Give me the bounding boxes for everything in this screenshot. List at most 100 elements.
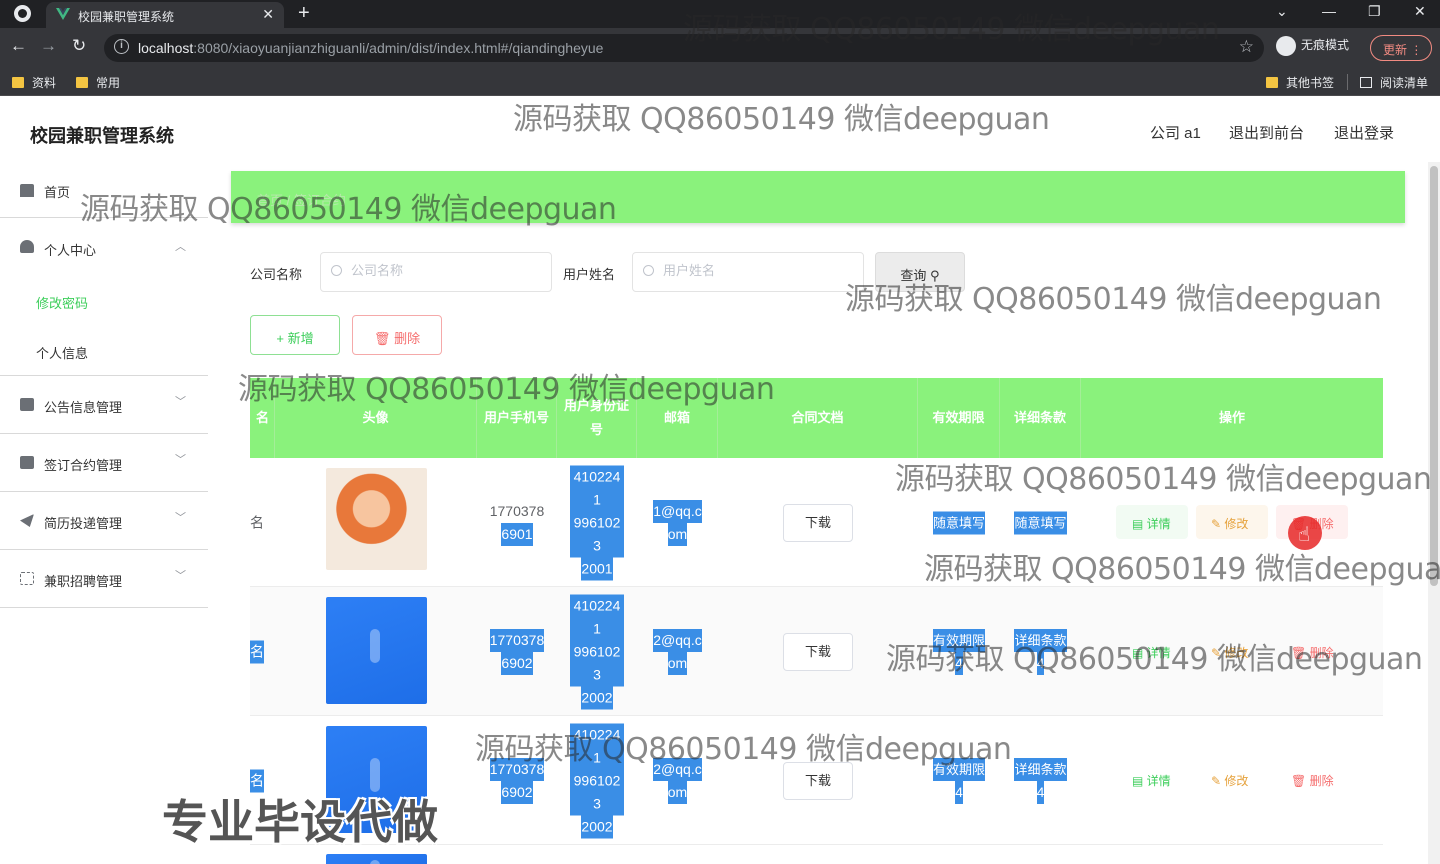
sidebar-item-contract[interactable]: 签订合约管理 ﹀ (0, 435, 208, 492)
app-title: 校园兼职管理系统 (30, 126, 174, 146)
home-icon (20, 184, 34, 197)
delete-button[interactable]: 🗑 删除 (1291, 772, 1334, 789)
cell-email: 2@qq.c om (637, 757, 718, 804)
cell-phone: 1770378 6902 (477, 628, 557, 675)
sidebar-item-notice[interactable]: 公告信息管理 ﹀ (0, 377, 208, 434)
col-idcard[interactable]: 用户身份证号 (557, 378, 637, 458)
incognito-icon (1276, 36, 1296, 56)
col-phone[interactable]: 用户手机号 (477, 378, 557, 458)
table-header: 名 头像 用户手机号 用户身份证号 邮箱 合同文档 有效期限 详细条款 操作 (250, 378, 1383, 458)
edit-button[interactable]: ✎ 修改 (1211, 644, 1248, 661)
cell-name: 名 (250, 514, 264, 530)
logout-link[interactable]: 退出登录 (1334, 122, 1394, 143)
reading-list[interactable]: 阅读清单 (1360, 74, 1428, 91)
edit-button[interactable]: ✎ 修改 (1211, 772, 1248, 789)
detail-button[interactable]: ▤ 详情 (1132, 644, 1171, 661)
sidebar-item-change-password[interactable]: 修改密码 (36, 293, 88, 312)
tab-title: 校园兼职管理系统 (78, 10, 175, 24)
sidebar-item-jobs[interactable]: 兼职招聘管理 ﹀ (0, 551, 208, 608)
avatar-image (326, 854, 427, 864)
download-button[interactable]: 下载 (783, 632, 853, 671)
forward-icon[interactable]: → (40, 36, 57, 56)
sidebar: 首页 个人中心 ︿ 修改密码 个人信息 公告信息管理 ﹀ 签订合约管理 ﹀ 简历… (0, 162, 208, 864)
col-email[interactable]: 邮箱 (637, 378, 718, 458)
chevron-up-icon: ︿ (175, 241, 186, 253)
batch-delete-button[interactable]: 🗑 删除 (352, 315, 442, 355)
company-name-label: 公司名称 (250, 267, 303, 282)
user-name-input[interactable] (663, 263, 853, 278)
tab-search-icon[interactable]: ⌄ (1276, 3, 1288, 20)
promo-banner: 专业毕设代做 (162, 795, 438, 849)
cell-validity: 有效期限 4 (918, 628, 1000, 675)
app-header: 校园兼职管理系统 公司 a1 退出到前台 退出登录 (0, 96, 1440, 166)
cell-idcard: 4102241 9961023 2002 (557, 594, 637, 709)
close-window-icon[interactable]: ✕ (1414, 3, 1426, 20)
sidebar-item-personal[interactable]: 个人中心 ︿ 修改密码 个人信息 (0, 218, 208, 376)
other-bookmarks[interactable]: 其他书签 (1266, 74, 1334, 91)
table-row: 名 1770378 6901 4102241 9961023 2001 1@qq.c o… (250, 458, 1383, 587)
browser-titlebar: 校园兼职管理系统 ✕ + ⌄ — ❐ ✕ (0, 0, 1440, 28)
reload-icon[interactable]: ↻ (72, 36, 86, 56)
add-button[interactable]: + 新增 (250, 315, 340, 355)
detail-button[interactable]: ▤ 详情 (1132, 515, 1171, 532)
trash-icon: 🗑 (373, 331, 391, 346)
fullscreen-icon (20, 572, 34, 585)
chevron-down-icon: ﹀ (175, 454, 186, 466)
site-info-icon[interactable]: i (114, 39, 129, 54)
detail-button[interactable]: ▤ 详情 (1132, 772, 1171, 789)
user-name-label: 用户姓名 (563, 267, 616, 282)
company-name-input[interactable] (351, 263, 541, 278)
company-name-field[interactable] (320, 252, 552, 292)
cell-idcard: 4102241 9961023 2002 (557, 723, 637, 838)
back-icon[interactable]: ← (10, 36, 27, 56)
browser-toolbar: ← → ↻ i localhost:8080/xiaoyuanjianzhigu… (0, 28, 1440, 68)
tab-close-icon[interactable]: ✕ (262, 6, 274, 23)
col-operations: 操作 (1218, 410, 1245, 425)
cell-email: 1@qq.c om (637, 499, 718, 546)
download-button[interactable]: 下载 (783, 761, 853, 800)
col-contract-doc[interactable]: 合同文档 (718, 378, 918, 458)
user-name-field[interactable] (632, 252, 864, 292)
bookmark-folder-changyong[interactable]: 常用 (76, 74, 120, 91)
col-avatar[interactable]: 头像 (275, 378, 477, 458)
cell-terms: 详细条款 4 (1000, 757, 1081, 804)
send-icon (20, 514, 34, 527)
address-bar[interactable]: i localhost:8080/xiaoyuanjianzhiguanli/a… (104, 34, 1264, 62)
cell-phone: 1770378 6901 (477, 500, 557, 546)
restore-icon[interactable]: ❐ (1368, 3, 1381, 20)
exit-to-front-link[interactable]: 退出到前台 (1229, 122, 1304, 143)
chevron-down-icon: ﹀ (175, 396, 186, 408)
reading-list-icon (1360, 77, 1372, 88)
bookmark-folder-ziliao[interactable]: 资料 (12, 74, 56, 91)
sidebar-item-resume[interactable]: 简历投递管理 ﹀ (0, 493, 208, 550)
cell-phone: 1770378 6902 (477, 757, 557, 804)
search-icon (643, 265, 654, 276)
bookmarks-bar: 资料 常用 其他书签 阅读清单 (0, 68, 1440, 96)
new-tab-icon[interactable]: + (298, 2, 310, 25)
scrollbar-thumb[interactable] (1430, 166, 1438, 586)
browser-tab[interactable]: 校园兼职管理系统 ✕ (46, 2, 284, 28)
col-name[interactable]: 名 (250, 378, 275, 458)
col-terms[interactable]: 详细条款 (1000, 378, 1081, 458)
query-button[interactable]: 查询 ⚲ (875, 252, 965, 292)
incognito-indicator[interactable]: 无痕模式 (1276, 36, 1349, 56)
col-validity[interactable]: 有效期限 (918, 378, 1000, 458)
table-row: 名 1770378 6902 4102241 9961023 2002 2@qq.c o… (250, 587, 1383, 716)
sidebar-item-personal-info[interactable]: 个人信息 (36, 343, 88, 362)
download-button[interactable]: 下载 (783, 503, 853, 542)
avatar-image (326, 597, 427, 704)
vue-logo-icon (56, 8, 70, 20)
bookmark-star-icon[interactable]: ☆ (1239, 37, 1254, 57)
cell-idcard: 4102241 9961023 2001 (557, 465, 637, 580)
delete-button[interactable]: 🗑 删除 (1291, 644, 1334, 661)
update-button[interactable]: 更新 ⋮ (1370, 35, 1432, 61)
cell-terms: 随意填写 (1000, 511, 1081, 534)
url-text: localhost:8080/xiaoyuanjianzhiguanli/adm… (138, 40, 604, 56)
cell-name: 名 (250, 640, 264, 663)
avatar-image (326, 468, 427, 570)
search-icon (331, 265, 342, 276)
minimize-icon[interactable]: — (1322, 3, 1336, 19)
folder-icon (76, 77, 88, 88)
sidebar-item-home[interactable]: 首页 (0, 162, 208, 218)
edit-button[interactable]: ✎ 修改 (1211, 515, 1248, 532)
